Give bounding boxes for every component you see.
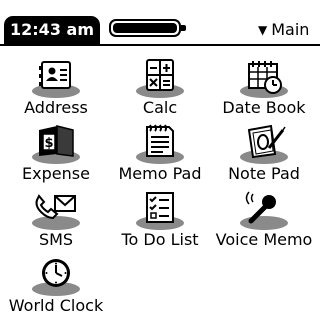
todo-checklist-icon	[136, 192, 184, 230]
app-label: SMS	[38, 230, 74, 249]
app-label: Date Book	[222, 98, 306, 117]
app-memo-pad[interactable]: Memo Pad	[107, 124, 213, 186]
divider	[0, 44, 320, 46]
app-label: Voice Memo	[215, 230, 313, 249]
time-display: 12:43 am	[10, 20, 94, 39]
app-label: To Do List	[121, 230, 199, 249]
status-bar: 12:43 am ▼ Main	[0, 0, 320, 44]
address-book-icon	[32, 61, 80, 98]
app-label: Memo Pad	[118, 164, 202, 183]
memo-pad-icon	[136, 124, 184, 164]
app-label: Address	[24, 98, 88, 117]
microphone-icon	[240, 191, 288, 230]
category-label: Main	[271, 20, 310, 39]
app-voice-memo[interactable]: Voice Memo	[211, 190, 317, 252]
world-clock-icon	[32, 259, 80, 296]
app-label: Expense	[22, 164, 90, 183]
app-date-book[interactable]: Date Book	[211, 58, 317, 120]
category-dropdown[interactable]: ▼ Main	[258, 17, 320, 43]
app-label: Note Pad	[228, 164, 300, 183]
clock-tab[interactable]: 12:43 am	[4, 16, 100, 44]
app-to-do-list[interactable]: To Do List	[107, 190, 213, 252]
app-world-clock[interactable]: World Clock	[3, 256, 109, 318]
dropdown-arrow-icon: ▼	[258, 23, 268, 37]
battery-icon	[109, 19, 186, 37]
expense-wallet-icon: $	[32, 125, 80, 164]
app-address[interactable]: Address	[3, 58, 109, 120]
svg-text:$: $	[44, 136, 53, 151]
sms-phone-envelope-icon	[32, 194, 80, 230]
app-expense[interactable]: $ Expense	[3, 124, 109, 186]
calculator-icon	[136, 59, 184, 98]
app-sms[interactable]: SMS	[3, 190, 109, 252]
app-label: Calc	[142, 98, 178, 117]
app-note-pad[interactable]: Note Pad	[211, 124, 317, 186]
app-calc[interactable]: Calc	[107, 58, 213, 120]
note-pad-icon	[240, 124, 288, 164]
app-label: World Clock	[8, 296, 104, 315]
calendar-clock-icon	[240, 61, 288, 98]
app-launcher-grid: Address Calc Date Book $ Expense Memo Pa…	[0, 58, 320, 316]
